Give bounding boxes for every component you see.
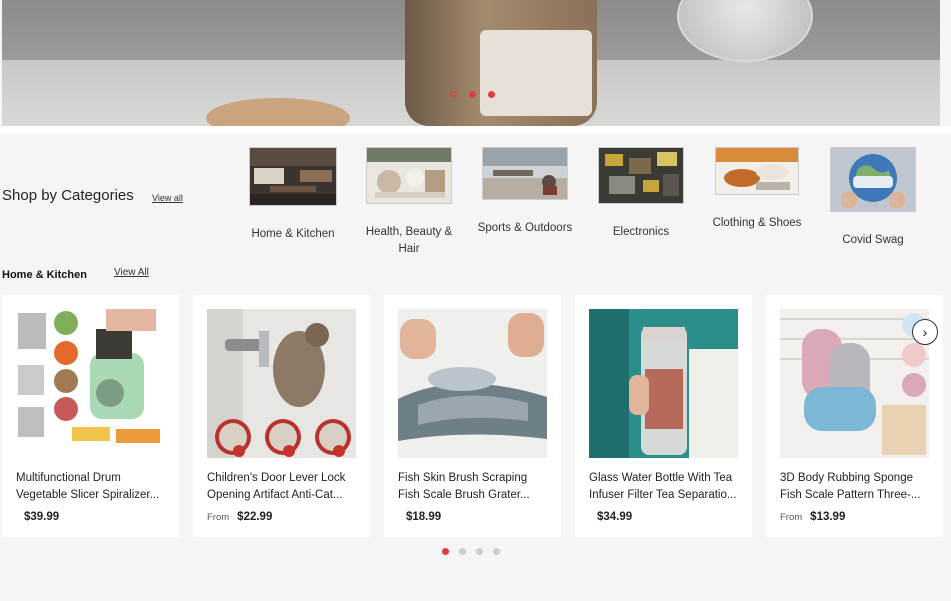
product-price-row: $18.99 (398, 511, 441, 523)
product-price-row: From $13.99 (780, 511, 845, 523)
carousel-pagination (442, 548, 500, 555)
category-health-beauty-hair[interactable]: Health, Beauty & Hair (354, 147, 464, 258)
product-image (780, 309, 929, 458)
product-title: Children's Door Lever Lock Opening Artif… (207, 472, 346, 501)
chevron-right-icon: › (922, 324, 928, 340)
divider (0, 126, 951, 134)
category-label: Sports & Outdoors (477, 222, 573, 234)
home-kitchen-image (249, 147, 337, 206)
product-title: 3D Body Rubbing Sponge Fish Scale Patter… (780, 472, 921, 501)
product-image (207, 309, 356, 458)
product-image (589, 309, 738, 458)
product-price-row: $39.99 (16, 511, 59, 523)
category-label: Clothing & Shoes (712, 217, 802, 229)
hero-banner[interactable] (2, 0, 940, 126)
hero-glass-vase (677, 0, 813, 62)
category-label: Covid Swag (842, 234, 904, 246)
carousel-dot-4[interactable] (493, 548, 500, 555)
electronics-image (598, 147, 684, 204)
product-card[interactable]: Glass Water Bottle With Tea Infuser Filt… (575, 295, 752, 537)
product-price: $34.99 (597, 511, 633, 523)
hero-jar-label (480, 30, 592, 116)
section-title: Home & Kitchen (2, 269, 87, 281)
product-title: Multifunctional Drum Vegetable Slicer Sp… (16, 472, 160, 501)
section-view-all-link[interactable]: View All (114, 267, 149, 278)
product-price: $18.99 (406, 511, 442, 523)
carousel-dot-1[interactable] (442, 548, 449, 555)
hero-dot-2[interactable] (469, 91, 476, 98)
category-sports-outdoors[interactable]: Sports & Outdoors (470, 147, 580, 237)
carousel-dot-2[interactable] (459, 548, 466, 555)
product-price-row: From $22.99 (207, 511, 272, 523)
categories-view-all-link[interactable]: View all (152, 193, 183, 203)
product-card[interactable]: Multifunctional Drum Vegetable Slicer Sp… (2, 295, 179, 537)
product-title: Fish Skin Brush Scraping Fish Scale Brus… (398, 472, 530, 501)
product-image (398, 309, 547, 458)
category-electronics[interactable]: Electronics (586, 147, 696, 241)
product-price: $39.99 (24, 511, 60, 523)
clothing-shoes-image (715, 147, 799, 195)
category-label: Health, Beauty & Hair (365, 226, 453, 255)
carousel-next-button[interactable]: › (912, 319, 938, 345)
product-price: $22.99 (237, 511, 273, 523)
product-card[interactable]: Children's Door Lever Lock Opening Artif… (193, 295, 370, 537)
hero-dot-1[interactable] (450, 91, 457, 98)
product-image (16, 309, 165, 458)
covid-swag-image (830, 147, 916, 212)
health-beauty-image (366, 147, 452, 204)
carousel-dot-3[interactable] (476, 548, 483, 555)
product-title: Glass Water Bottle With Tea Infuser Filt… (589, 472, 737, 501)
product-price: $13.99 (810, 511, 846, 523)
category-label: Home & Kitchen (251, 228, 335, 240)
hero-dot-3[interactable] (488, 91, 495, 98)
category-clothing-shoes[interactable]: Clothing & Shoes (702, 147, 812, 232)
category-label: Electronics (612, 226, 670, 238)
product-price-row: $34.99 (589, 511, 632, 523)
product-card[interactable]: Fish Skin Brush Scraping Fish Scale Brus… (384, 295, 561, 537)
sports-outdoors-image (482, 147, 568, 200)
hero-pagination (450, 91, 495, 98)
price-prefix: From (780, 512, 803, 523)
price-prefix: From (207, 512, 230, 523)
categories-title: Shop by Categories (2, 187, 134, 204)
category-home-kitchen[interactable]: Home & Kitchen (238, 147, 348, 243)
category-covid-swag[interactable]: Covid Swag (818, 147, 928, 249)
